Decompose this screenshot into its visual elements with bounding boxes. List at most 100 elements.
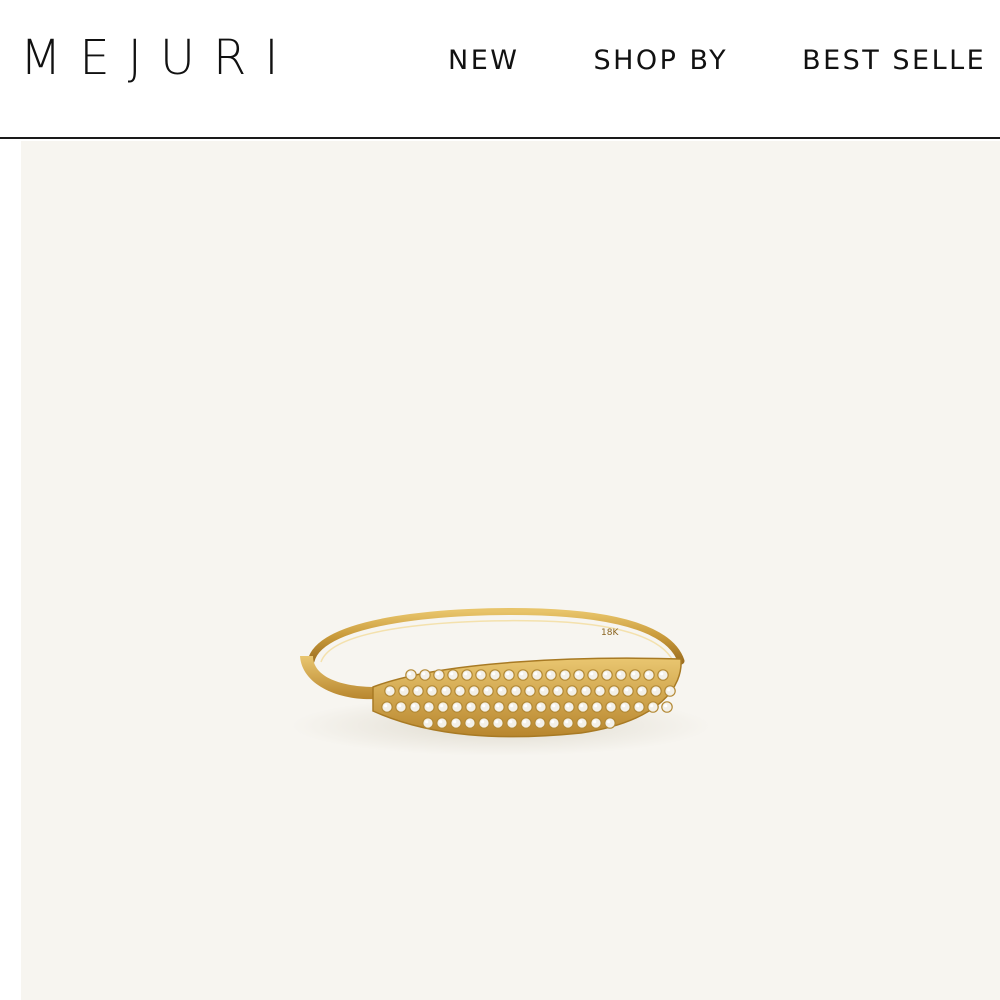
diamond-highlight <box>548 672 552 676</box>
diamond-stone <box>601 669 613 681</box>
diamond-highlight <box>408 672 412 676</box>
diamond-stone <box>661 701 673 713</box>
diamond-stone <box>562 717 574 729</box>
diamond-stone <box>534 717 546 729</box>
diamond-stone <box>489 669 501 681</box>
diamond-stone <box>409 701 421 713</box>
diamond-highlight <box>443 688 447 692</box>
diamond-stone <box>573 669 585 681</box>
diamond-highlight <box>593 720 597 724</box>
diamond-highlight <box>580 704 584 708</box>
diamond-highlight <box>604 672 608 676</box>
diamond-stone <box>552 685 564 697</box>
diamond-stone <box>503 669 515 681</box>
diamond-stone <box>622 685 634 697</box>
diamond-highlight <box>384 704 388 708</box>
diamond-stone <box>636 685 648 697</box>
diamond-stone <box>436 717 448 729</box>
diamond-highlight <box>524 704 528 708</box>
diamond-highlight <box>471 688 475 692</box>
diamond-stone <box>405 669 417 681</box>
diamond-highlight <box>496 704 500 708</box>
diamond-stone <box>440 685 452 697</box>
diamond-stone <box>433 669 445 681</box>
diamond-stone <box>577 701 589 713</box>
diamond-stone <box>475 669 487 681</box>
diamond-highlight <box>495 720 499 724</box>
diamond-stone <box>594 685 606 697</box>
diamond-stone <box>657 669 669 681</box>
diamond-highlight <box>523 720 527 724</box>
diamond-stone <box>464 717 476 729</box>
diamond-stone <box>605 701 617 713</box>
diamond-highlight <box>439 720 443 724</box>
diamond-stone <box>454 685 466 697</box>
diamond-highlight <box>440 704 444 708</box>
diamond-highlight <box>412 704 416 708</box>
diamond-stone <box>395 701 407 713</box>
diamond-highlight <box>646 672 650 676</box>
diamond-stone <box>604 717 616 729</box>
engraving-mark: 18K <box>601 628 619 638</box>
diamond-highlight <box>422 672 426 676</box>
diamond-highlight <box>537 720 541 724</box>
diamond-stone <box>492 717 504 729</box>
diamond-stone <box>580 685 592 697</box>
diamond-stone <box>517 669 529 681</box>
diamond-stone <box>664 685 676 697</box>
diamond-highlight <box>565 720 569 724</box>
nav-item-shop-by[interactable]: SHOP BY <box>593 45 728 76</box>
diamond-highlight <box>660 672 664 676</box>
diamond-highlight <box>622 704 626 708</box>
diamond-highlight <box>387 688 391 692</box>
diamond-stone <box>520 717 532 729</box>
gold-ring-icon: 18K <box>291 608 711 756</box>
diamond-stone <box>398 685 410 697</box>
diamond-stone <box>468 685 480 697</box>
diamond-stone <box>482 685 494 697</box>
diamond-highlight <box>436 672 440 676</box>
diamond-stone <box>619 701 631 713</box>
diamond-highlight <box>597 688 601 692</box>
diamond-highlight <box>426 704 430 708</box>
diamond-stone <box>591 701 603 713</box>
diamond-stone <box>521 701 533 713</box>
diamond-highlight <box>506 672 510 676</box>
diamond-stone <box>615 669 627 681</box>
diamond-stone <box>419 669 431 681</box>
diamond-highlight <box>520 672 524 676</box>
diamond-stone <box>538 685 550 697</box>
diamond-stone <box>643 669 655 681</box>
diamond-stone <box>496 685 508 697</box>
diamond-stone <box>590 717 602 729</box>
diamond-stone <box>423 701 435 713</box>
diamond-highlight <box>636 704 640 708</box>
diamond-stone <box>412 685 424 697</box>
diamond-highlight <box>667 688 671 692</box>
diamond-highlight <box>607 720 611 724</box>
diamond-stone <box>507 701 519 713</box>
diamond-highlight <box>590 672 594 676</box>
diamond-highlight <box>534 672 538 676</box>
diamond-highlight <box>453 720 457 724</box>
diamond-highlight <box>454 704 458 708</box>
diamond-stone <box>524 685 536 697</box>
diamond-highlight <box>527 688 531 692</box>
diamond-highlight <box>481 720 485 724</box>
diamond-highlight <box>664 704 668 708</box>
diamond-stone <box>633 701 645 713</box>
diamond-stone <box>479 701 491 713</box>
diamond-stone <box>461 669 473 681</box>
nav-item-new[interactable]: NEW <box>448 45 519 76</box>
diamond-stone <box>422 717 434 729</box>
diamond-stone <box>647 701 659 713</box>
diamond-stone <box>426 685 438 697</box>
diamond-highlight <box>579 720 583 724</box>
diamond-stone <box>576 717 588 729</box>
product-image[interactable]: 18K <box>21 141 1000 1000</box>
brand-logo[interactable]: MEJURI <box>20 30 297 86</box>
diamond-stone <box>548 717 560 729</box>
nav-item-best-sellers[interactable]: BEST SELLE <box>802 45 986 76</box>
diamond-highlight <box>510 704 514 708</box>
diamond-highlight <box>576 672 580 676</box>
